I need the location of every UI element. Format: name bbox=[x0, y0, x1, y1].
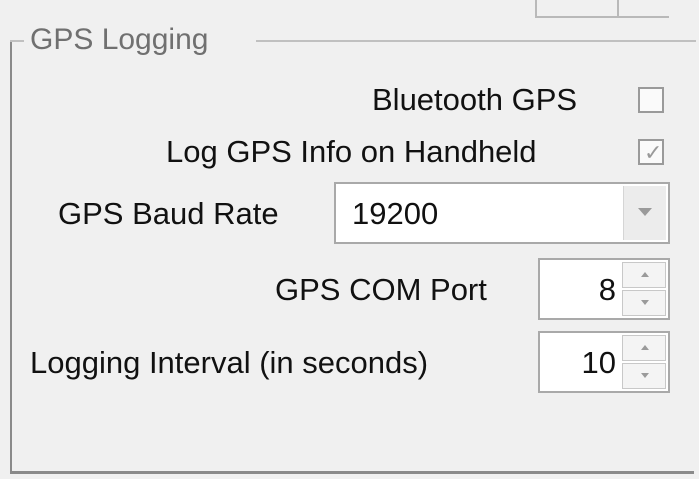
com-port-decrement-button[interactable] bbox=[622, 290, 666, 316]
panel-frame bbox=[10, 40, 694, 474]
baud-rate-value: 19200 bbox=[352, 196, 439, 231]
groupbox-title: GPS Logging bbox=[26, 22, 213, 58]
spin-down-icon bbox=[641, 300, 649, 305]
spin-up-icon bbox=[641, 345, 649, 350]
baud-rate-dropdown-button[interactable] bbox=[623, 186, 666, 240]
com-port-value: 8 bbox=[598, 272, 616, 307]
top-control-fragment bbox=[535, 0, 669, 18]
logging-interval-label: Logging Interval (in seconds) bbox=[30, 345, 429, 380]
com-port-increment-button[interactable] bbox=[622, 262, 666, 288]
logging-interval-increment-button[interactable] bbox=[622, 335, 666, 361]
gps-logging-panel: GPS Logging Bluetooth GPS Log GPS Info o… bbox=[0, 0, 699, 479]
bluetooth-gps-checkbox[interactable] bbox=[638, 87, 664, 113]
com-port-label: GPS COM Port bbox=[275, 272, 487, 307]
spin-down-icon bbox=[641, 373, 649, 378]
baud-rate-select[interactable]: 19200 bbox=[334, 182, 670, 244]
logging-interval-value: 10 bbox=[581, 345, 616, 380]
chevron-down-icon bbox=[638, 208, 652, 216]
groupbox-border bbox=[256, 40, 696, 42]
logging-interval-stepper[interactable]: 10 bbox=[538, 331, 670, 393]
checkmark-icon: ✓ bbox=[644, 140, 663, 165]
log-gps-info-checkbox[interactable]: ✓ bbox=[638, 139, 664, 165]
groupbox-border-left bbox=[10, 40, 24, 42]
com-port-stepper[interactable]: 8 bbox=[538, 258, 670, 320]
log-gps-info-label: Log GPS Info on Handheld bbox=[166, 134, 537, 169]
baud-rate-label: GPS Baud Rate bbox=[58, 196, 279, 231]
logging-interval-decrement-button[interactable] bbox=[622, 363, 666, 389]
bluetooth-gps-label: Bluetooth GPS bbox=[372, 82, 578, 117]
spin-up-icon bbox=[641, 272, 649, 277]
